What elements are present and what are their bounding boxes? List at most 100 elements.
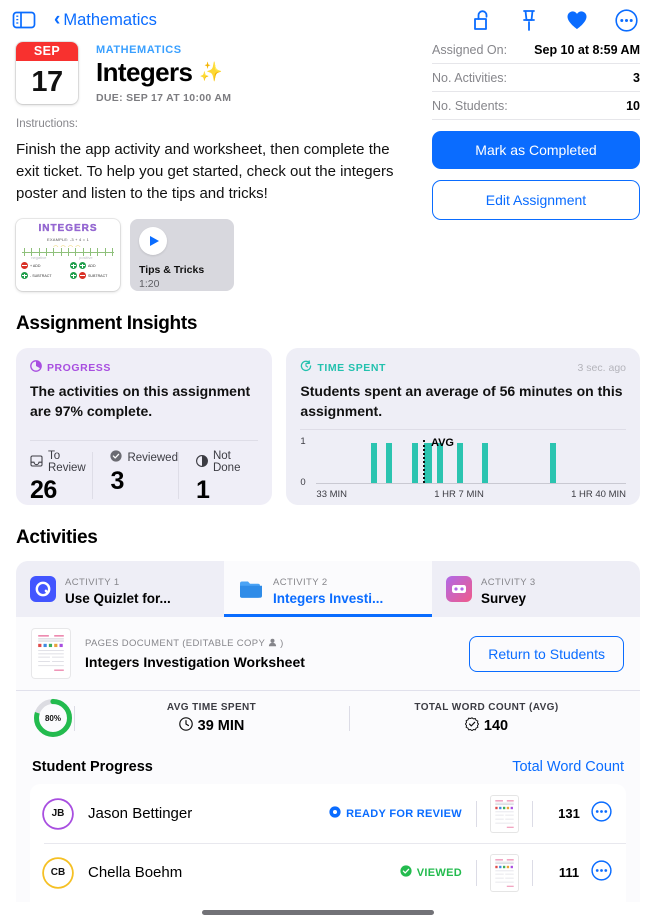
time-spent-chart: 1 0 AVG 33 MIN 1 HR 7 MIN 1 HR 40 MIN (300, 429, 626, 500)
metric-value-row: 140 (349, 716, 624, 735)
tab-name: Use Quizlet for... (65, 591, 171, 607)
table-row[interactable]: JB Jason Bettinger READY FOR REVIEW 131 (30, 784, 626, 843)
pin-icon[interactable] (519, 8, 539, 32)
play-icon[interactable] (139, 227, 167, 256)
avatar: JB (44, 799, 72, 828)
back-link[interactable]: ‹ Mathematics (54, 8, 157, 30)
page-title: Integers (96, 57, 193, 87)
check-seal-icon (464, 716, 480, 735)
average-marker (423, 440, 426, 484)
document-thumbnail[interactable] (32, 629, 70, 679)
info-row-activities: No. Activities: 3 (432, 64, 640, 92)
time-spent-card-body: Students spent an average of 56 minutes … (300, 383, 623, 419)
activity-tabs: ACTIVITY 1 Use Quizlet for... ACTIVITY 2… (16, 561, 640, 618)
stat-reviewed: Reviewed 3 (92, 450, 178, 505)
progress-stats: To Review 26 Reviewed 3 Not Done 1 (30, 441, 258, 505)
chart-bars: AVG (316, 437, 626, 485)
assignment-info-panel: Assigned On: Sep 10 at 8:59 AM No. Activ… (432, 36, 640, 220)
word-count-value: 111 (558, 865, 580, 881)
metric-value-row: 39 MIN (74, 716, 349, 735)
time-spent-insight-card[interactable]: TIME SPENT 3 sec. ago Students spent an … (286, 348, 640, 506)
row-divider (532, 800, 533, 827)
tray-icon (30, 455, 43, 470)
assignment-insights-title: Assignment Insights (16, 313, 198, 335)
chart-bar (412, 443, 419, 484)
tab-activity-1[interactable]: ACTIVITY 1 Use Quizlet for... (16, 561, 224, 617)
chart-x-axis: 33 MIN 1 HR 7 MIN 1 HR 40 MIN (300, 484, 626, 500)
return-to-students-button[interactable]: Return to Students (469, 635, 624, 672)
info-row-students: No. Students: 10 (432, 92, 640, 120)
student-progress-header: Student Progress Total Word Count (16, 751, 640, 784)
edit-assignment-button[interactable]: Edit Assignment (432, 180, 640, 220)
more-circle-icon[interactable] (591, 801, 612, 827)
assignment-detail-screen: ‹ Mathematics SEP 17 MATHEMATICS Integer… (0, 0, 656, 916)
tips-and-tricks-video-card[interactable]: Tips & Tricks 1:20 (130, 219, 234, 292)
document-kicker-label: PAGES DOCUMENT (EDITABLE COPY (85, 638, 266, 650)
table-row[interactable]: CB Chella Boehm VIEWED 111 (30, 843, 626, 902)
time-card-head: TIME SPENT 3 sec. ago (300, 360, 626, 375)
info-value: Sep 10 at 8:59 AM (534, 43, 640, 57)
chart-bar (550, 443, 557, 484)
poster-legend: + ADD - SUBTRACT ADD SUBTRACT (16, 260, 120, 280)
status-badge: VIEWED (400, 865, 462, 880)
stat-label: Not Done (212, 450, 241, 475)
row-divider (476, 800, 477, 827)
activities-panel: ACTIVITY 1 Use Quizlet for... ACTIVITY 2… (16, 561, 640, 903)
x-tick-label: 1 HR 40 MIN (571, 489, 626, 501)
progress-insight-card[interactable]: PROGRESS The activities on this assignme… (16, 348, 273, 506)
folder-icon (238, 576, 264, 602)
check-circle-icon (110, 450, 123, 465)
metric-value: 140 (483, 717, 509, 734)
clock-icon (178, 716, 193, 735)
word-count-value: 131 (558, 806, 580, 822)
document-kicker-suffix: ) (280, 638, 284, 650)
activity-metrics: 80% AVG TIME SPENT 39 MIN TOTAL WORD COU… (16, 690, 640, 751)
poster-legend-item: SUBTRACT (88, 273, 108, 278)
completion-ring-label: 80% (44, 713, 61, 723)
poster-legend-item: - SUBTRACT (30, 273, 52, 278)
row-divider (532, 859, 533, 886)
calendar-day: 17 (31, 66, 63, 98)
chevron-left-icon: ‹ (54, 8, 61, 30)
calendar-month: SEP (16, 42, 78, 61)
total-word-count-link[interactable]: Total Word Count (512, 759, 624, 775)
tab-name: Integers Investi... (273, 591, 384, 607)
unlock-icon[interactable] (471, 8, 493, 32)
info-key: No. Students: (432, 99, 508, 113)
x-tick-label: 1 HR 7 MIN (434, 489, 484, 501)
half-circle-icon (196, 454, 208, 470)
progress-icon (30, 360, 42, 375)
back-link-label: Mathematics (63, 10, 157, 29)
student-work-thumbnail[interactable] (491, 795, 518, 832)
activity-detail: PAGES DOCUMENT (EDITABLE COPY ) Integers… (16, 617, 640, 903)
stopwatch-icon (300, 360, 312, 375)
heart-icon[interactable] (565, 9, 589, 31)
activities-title: Activities (16, 527, 98, 549)
survey-icon (446, 576, 472, 603)
student-work-thumbnail[interactable] (491, 854, 518, 891)
instructions-text: Finish the app activity and worksheet, t… (16, 141, 394, 202)
mark-as-completed-button[interactable]: Mark as Completed (432, 131, 640, 169)
progress-tag: PROGRESS (30, 360, 111, 375)
y-tick-1: 1 (300, 436, 306, 448)
more-circle-icon[interactable] (615, 8, 638, 32)
sidebar-toggle-icon[interactable] (12, 10, 36, 30)
integers-poster-thumbnail[interactable]: INTEGERS EXAMPLE: -3 + 4 = 1 ⌒ ⌒ ⌒ ⌒ negat… (16, 219, 120, 292)
stat-value: 1 (195, 476, 210, 505)
metric-label: AVG TIME SPENT (166, 701, 257, 713)
more-circle-icon[interactable] (591, 860, 612, 886)
student-progress-list: JB Jason Bettinger READY FOR REVIEW 131 … (30, 784, 626, 903)
tab-activity-2[interactable]: ACTIVITY 2 Integers Investi... (224, 561, 432, 618)
tab-kicker: ACTIVITY 3 (481, 577, 536, 589)
progress-card-head: PROGRESS (30, 360, 258, 375)
chart-bar (370, 443, 377, 484)
metric-value: 39 MIN (197, 717, 245, 734)
poster-legend-item: + ADD (30, 263, 41, 268)
video-duration: 1:20 (139, 278, 160, 291)
stat-label-row: Not Done (196, 450, 258, 474)
chart-plot-area: 1 0 AVG (300, 436, 626, 488)
info-value: 10 (626, 99, 640, 113)
tab-activity-3[interactable]: ACTIVITY 3 Survey (432, 561, 640, 617)
stat-label: Reviewed (127, 451, 178, 464)
horizontal-scrollbar[interactable] (202, 910, 434, 915)
